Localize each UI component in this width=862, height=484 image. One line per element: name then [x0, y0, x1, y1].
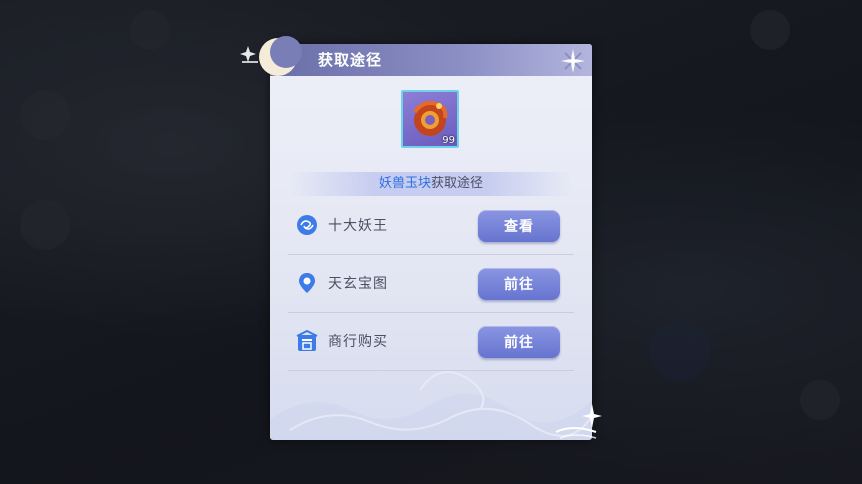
subtitle-item-name: 妖兽玉块: [378, 176, 431, 191]
source-row-1: 十大妖王 查看: [288, 196, 574, 255]
map-pin-icon: [299, 273, 315, 293]
source-row-2: 天玄宝图 前往: [288, 254, 574, 313]
source-row-3: 商行购买 前往: [288, 312, 574, 371]
goto-button[interactable]: 前往: [478, 268, 560, 300]
source-label: 商行购买: [328, 334, 388, 350]
subtitle-text: 获取途径: [431, 176, 484, 191]
close-button[interactable]: [558, 46, 588, 76]
swirl-icon: [297, 215, 317, 235]
item-slot[interactable]: 99: [401, 90, 459, 148]
dialog-title: 获取途径: [318, 51, 383, 69]
shop-icon: [296, 330, 318, 351]
view-button[interactable]: 查看: [478, 210, 560, 242]
close-icon: [561, 49, 585, 73]
sparkle-icon: [555, 404, 602, 439]
dialog-header: 获取途径: [270, 44, 592, 76]
item-count: 99: [442, 135, 455, 146]
source-label: 天玄宝图: [328, 276, 388, 292]
crescent-moon-icon: [240, 36, 302, 76]
source-subtitle: 妖兽玉块获取途径: [290, 172, 572, 196]
goto-button[interactable]: 前往: [478, 326, 560, 358]
source-label: 十大妖王: [328, 218, 388, 234]
acquire-source-dialog: 获取途径 99 妖兽玉块获取途径 十大妖王 查看 天玄宝图 前往 商行购买 前往: [270, 44, 592, 440]
